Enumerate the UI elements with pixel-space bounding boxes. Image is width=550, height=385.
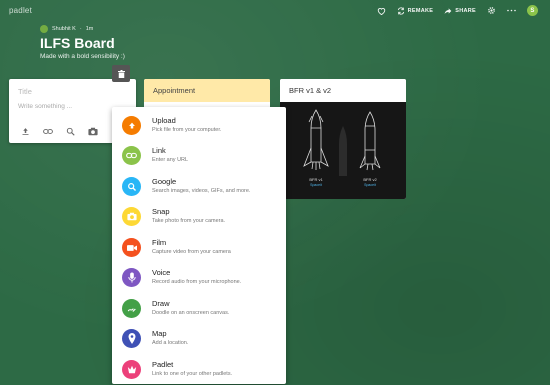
map-pin-icon	[122, 329, 141, 348]
menu-item-map[interactable]: Map Add a location.	[112, 326, 286, 356]
camera-icon[interactable]	[88, 127, 98, 136]
link-icon[interactable]	[43, 127, 53, 136]
author-separator: ·	[79, 26, 82, 32]
menu-item-draw[interactable]: Draw Doodle on an onscreen canvas.	[112, 296, 286, 326]
upload-icon[interactable]	[21, 127, 30, 136]
attachment-menu: Upload Pick file from your computer. Lin…	[112, 107, 286, 384]
delete-post-button[interactable]	[112, 65, 130, 82]
gear-icon	[488, 7, 495, 14]
top-actions: REMAKE SHARE S	[377, 5, 538, 16]
menu-item-upload[interactable]: Upload Pick file from your computer.	[112, 113, 286, 143]
appointment-column-title: Appointment	[144, 79, 270, 102]
bfr-v2-label: BFR v2	[363, 177, 377, 182]
settings-button[interactable]	[487, 6, 496, 15]
menu-item-label: Link	[152, 146, 166, 155]
menu-item-label: Snap	[152, 207, 170, 216]
author-avatar	[40, 25, 48, 33]
menu-item-description: Capture video from your camera	[152, 249, 231, 255]
menu-item-label: Google	[152, 177, 177, 186]
menu-item-label: Draw	[152, 299, 170, 308]
like-button[interactable]	[377, 7, 386, 15]
bfr-image[interactable]: BFR v1 BFR v2 Spaceit Spaceit	[280, 102, 406, 199]
search-icon	[122, 177, 141, 196]
remake-icon	[397, 6, 404, 15]
post-title-input[interactable]: Title	[18, 87, 32, 96]
menu-item-link[interactable]: Link Enter any URL	[112, 143, 286, 173]
board-subtitle: Made with a bold sensibility :)	[40, 53, 125, 60]
menu-item-voice[interactable]: Voice Record audio from your microphone.	[112, 265, 286, 295]
menu-item-padlet[interactable]: Padlet Link to one of your other padlets…	[112, 357, 286, 385]
heart-icon	[377, 7, 385, 15]
menu-item-description: Add a location.	[152, 340, 189, 346]
upload-icon	[122, 116, 141, 135]
board-title: ILFS Board	[40, 35, 115, 51]
menu-item-description: Enter any URL	[152, 157, 189, 163]
menu-item-label: Padlet	[152, 360, 174, 369]
padlet-icon	[122, 360, 141, 379]
trash-icon	[117, 69, 125, 78]
bfr-v1-sublabel: Spaceit	[310, 183, 322, 187]
search-icon[interactable]	[66, 127, 75, 136]
menu-item-label: Voice	[152, 268, 171, 277]
menu-item-snap[interactable]: Snap Take photo from your camera.	[112, 204, 286, 234]
share-label: SHARE	[455, 7, 476, 14]
draw-icon	[122, 299, 141, 318]
mic-icon	[122, 268, 141, 287]
menu-item-film[interactable]: Film Capture video from your camera	[112, 235, 286, 265]
remake-label: REMAKE	[407, 7, 434, 14]
link-icon	[122, 146, 141, 165]
share-icon	[444, 7, 452, 14]
more-button[interactable]	[507, 9, 516, 12]
more-icon	[507, 9, 516, 12]
menu-item-description: Doodle on an onscreen canvas.	[152, 310, 230, 316]
bfr-v1-label: BFR v1	[309, 177, 323, 182]
post-body-input[interactable]: Write something ...	[18, 103, 72, 110]
remake-button[interactable]: REMAKE	[397, 6, 434, 15]
bfr-v2-sublabel: Spaceit	[364, 183, 376, 187]
top-bar: padlet REMAKE SHARE S	[0, 0, 550, 24]
board-author: Shubhit K · 1m	[40, 25, 93, 33]
post-time: 1m	[85, 26, 94, 32]
menu-item-description: Pick file from your computer.	[152, 127, 222, 133]
menu-item-description: Search images, videos, GIFs, and more.	[152, 188, 251, 194]
bfr-column[interactable]: BFR v1 & v2 BFR v1 BFR v2 Spaceit Spacei…	[280, 79, 406, 199]
menu-item-label: Upload	[152, 116, 176, 125]
brand-logo[interactable]: padlet	[9, 6, 32, 15]
menu-item-label: Film	[152, 238, 167, 247]
share-button[interactable]: SHARE	[444, 7, 476, 15]
bfr-column-title: BFR v1 & v2	[280, 79, 406, 102]
user-avatar[interactable]: S	[527, 5, 538, 16]
menu-item-description: Link to one of your other padlets.	[152, 371, 233, 377]
rocket-illustration: BFR v1 BFR v2 Spaceit Spaceit	[303, 109, 381, 187]
camera-icon	[122, 207, 141, 226]
menu-item-google[interactable]: Google Search images, videos, GIFs, and …	[112, 174, 286, 204]
menu-item-description: Record audio from your microphone.	[152, 279, 242, 285]
video-icon	[122, 238, 141, 257]
menu-item-description: Take photo from your camera.	[152, 218, 226, 224]
menu-item-label: Map	[152, 329, 167, 338]
attachment-toolbar	[21, 127, 98, 136]
author-name: Shubhit K	[52, 26, 76, 32]
